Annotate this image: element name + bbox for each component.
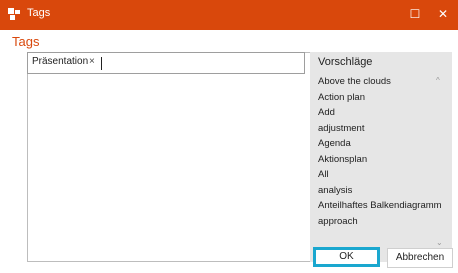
ok-button[interactable]: OK [313, 247, 380, 267]
tag-input[interactable]: Präsentation × [27, 52, 305, 74]
suggestion-item[interactable]: Action plan [318, 90, 442, 106]
window-title: Tags [27, 7, 51, 19]
tag-chip-remove-icon[interactable]: × [89, 56, 95, 67]
text-cursor [101, 57, 102, 70]
suggestion-item[interactable]: Above the clouds [318, 74, 442, 90]
app-icon [8, 8, 20, 20]
tags-dialog: Tags ☐ ✕ Tags Präsentation × Vorschläge … [0, 0, 458, 273]
suggestions-list: Above the clouds Action plan Add adjustm… [318, 74, 442, 229]
close-button[interactable]: ✕ [432, 4, 454, 24]
suggestion-item[interactable]: Add [318, 105, 442, 121]
suggestion-item[interactable]: Aktionsplan [318, 152, 442, 168]
tag-chip-label: Präsentation [32, 56, 89, 67]
title-bar: Tags ☐ ✕ [0, 0, 458, 30]
scroll-down-icon[interactable]: ⌄ [436, 238, 443, 247]
suggestion-item[interactable]: All [318, 167, 442, 183]
cancel-button[interactable]: Abbrechen [387, 248, 453, 268]
suggestion-item[interactable]: adjustment [318, 121, 442, 137]
maximize-button[interactable]: ☐ [404, 4, 426, 24]
suggestions-panel: Vorschläge Above the clouds Action plan … [310, 52, 452, 262]
dialog-content: Tags Präsentation × Vorschläge Above the… [0, 30, 458, 273]
suggestions-title: Vorschläge [318, 56, 373, 68]
suggestion-item[interactable]: Anteilhaftes Balkendiagramm [318, 198, 442, 214]
suggestion-item[interactable]: analysis [318, 183, 442, 199]
page-title: Tags [12, 34, 40, 49]
suggestion-item[interactable]: approach [318, 214, 442, 230]
scroll-up-icon[interactable]: ^ [436, 76, 440, 85]
suggestion-item[interactable]: Agenda [318, 136, 442, 152]
